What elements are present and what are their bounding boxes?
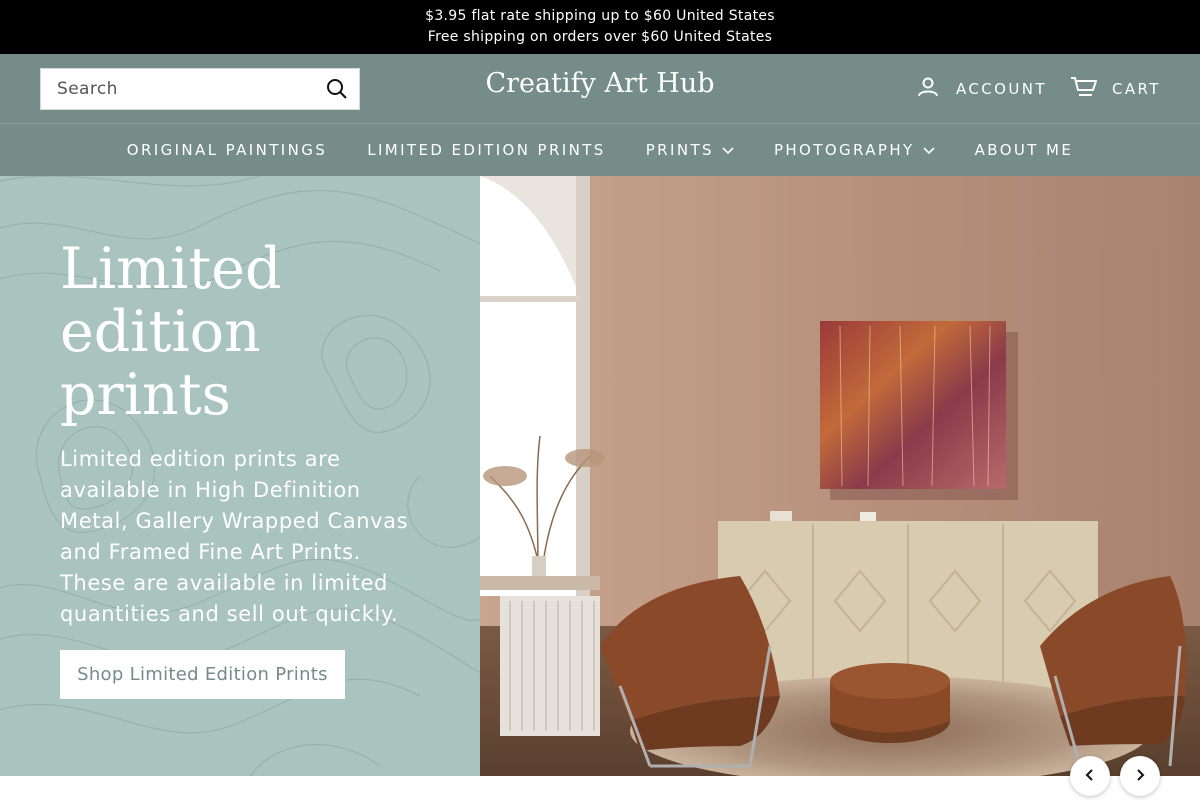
chevron-left-icon [1084,767,1096,786]
hero-text-panel: Limited edition prints Limited edition p… [0,176,480,776]
main-nav: ORIGINAL PAINTINGS LIMITED EDITION PRINT… [0,124,1200,176]
user-icon [916,75,940,103]
cart-icon [1070,75,1098,103]
cart-link[interactable]: CART [1070,75,1161,103]
announcement-line-1: $3.95 flat rate shipping up to $60 Unite… [425,8,775,24]
nav-item-label: PRINTS [645,141,714,159]
nav-item-label: ORIGINAL PAINTINGS [126,141,328,159]
nav-item-label: ABOUT ME [974,141,1074,159]
search-input[interactable] [41,69,311,109]
account-link[interactable]: ACCOUNT [916,75,1047,103]
slider-next-button[interactable] [1120,756,1160,796]
announcement-bar: $3.95 flat rate shipping up to $60 Unite… [0,0,1200,54]
hero-description: Limited edition prints are available in … [60,447,409,626]
nav-item-prints[interactable]: PRINTS [646,141,734,159]
chevron-down-icon [722,141,734,159]
nav-item-label: LIMITED EDITION PRINTS [367,141,606,159]
nav-item-original-paintings[interactable]: ORIGINAL PAINTINGS [127,141,327,159]
room-scene-illustration [480,176,1200,776]
shop-limited-edition-button[interactable]: Shop Limited Edition Prints [60,650,345,699]
search-icon[interactable] [325,77,349,101]
nav-item-limited-edition-prints[interactable]: LIMITED EDITION PRINTS [367,141,606,159]
brand-link[interactable]: Creatify Art Hub [485,68,714,99]
chevron-right-icon [1134,767,1146,786]
hero-title: Limited edition prints [60,236,282,428]
hero-image [480,176,1200,776]
slider-prev-button[interactable] [1070,756,1110,796]
nav-item-photography[interactable]: PHOTOGRAPHY [774,141,935,159]
announcement-line-2: Free shipping on orders over $60 United … [427,29,773,45]
chevron-down-icon [923,141,935,159]
site-header: Creatify Art Hub ACCOUNT CART [0,54,1200,124]
nav-item-about-me[interactable]: ABOUT ME [975,141,1074,159]
account-label: ACCOUNT [956,80,1047,98]
nav-item-label: PHOTOGRAPHY [773,141,915,159]
search-box [40,68,360,110]
cart-label: CART [1112,80,1161,98]
